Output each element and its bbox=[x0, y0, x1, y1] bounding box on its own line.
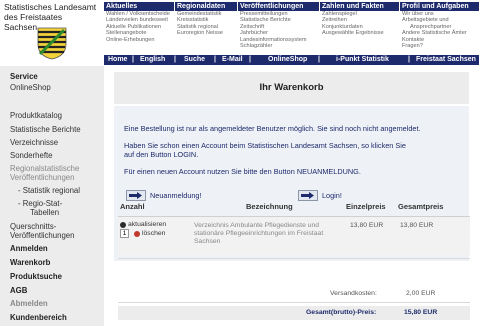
nav-header-veroeffentlichungen[interactable]: Veröffentlichungen bbox=[238, 2, 319, 11]
arrow-right-icon bbox=[126, 190, 146, 201]
notice-text: Haben Sie schon einen Account beim Stati… bbox=[124, 141, 406, 150]
divider bbox=[118, 302, 470, 303]
nav-column-profil: Profil und Aufgaben Wir über uns Arbeits… bbox=[400, 2, 479, 53]
menu-separator: | bbox=[174, 56, 176, 63]
nav-link[interactable]: Euroregion Neisse bbox=[175, 30, 237, 36]
sidebar-item-warenkorb[interactable]: Warenkorb bbox=[10, 258, 50, 267]
login-label: Login! bbox=[322, 191, 342, 200]
update-link[interactable]: aktualisieren bbox=[128, 221, 166, 229]
sidebar-item-querschnitt-line2: Veröffentlichungen bbox=[10, 231, 75, 240]
total-label: Gesamt(brutto)-Preis: bbox=[306, 309, 377, 316]
page-header: Statistisches Landesamt des Freistaates … bbox=[0, 0, 479, 66]
delete-icon[interactable] bbox=[134, 231, 140, 237]
sidebar-item-produktkatalog[interactable]: Produktkatalog bbox=[10, 111, 62, 120]
cart-table: Anzahl Bezeichnung Einzelpreis Gesamtpre… bbox=[118, 202, 470, 326]
menu-freistaat[interactable]: Freistaat Sachsen bbox=[416, 55, 476, 65]
sidebar-item-agb[interactable]: AGB bbox=[10, 286, 27, 295]
title-box: Ihr Warenkorb bbox=[114, 72, 469, 104]
arrow-right-icon bbox=[298, 190, 318, 201]
sidebar-item-verzeichnisse[interactable]: Verzeichnisse bbox=[10, 138, 58, 147]
menu-ipunkt[interactable]: i-Punkt Statistik bbox=[336, 55, 389, 65]
page-title: Ihr Warenkorb bbox=[259, 82, 324, 93]
menu-separator: | bbox=[249, 56, 251, 63]
column-header-bezeichnung: Bezeichnung bbox=[246, 202, 293, 211]
top-navigation: Aktuelles Wahlen / Volksentscheide Lände… bbox=[104, 2, 479, 53]
nav-column-veroeffentlichungen: Veröffentlichungen Pressemitteilungen St… bbox=[238, 2, 319, 53]
sidebar-item-regional[interactable]: Regionalstatistische bbox=[10, 164, 79, 173]
column-header-anzahl: Anzahl bbox=[120, 202, 145, 211]
sidebar-item-anmelden[interactable]: Anmelden bbox=[10, 244, 48, 253]
nav-header-aktuelles[interactable]: Aktuelles bbox=[104, 2, 174, 11]
quantity-input[interactable]: 1 bbox=[120, 229, 129, 238]
total-value: 15,80 EUR bbox=[404, 309, 438, 316]
notice-text: auf den Button LOGIN. bbox=[124, 150, 199, 159]
menu-separator: | bbox=[408, 56, 410, 63]
menu-separator: | bbox=[132, 56, 134, 63]
column-header-gesamtpreis: Gesamtpreis bbox=[398, 202, 444, 211]
nav-column-regionaldaten: Regionaldaten Gemeindestatistik Kreissta… bbox=[175, 2, 237, 53]
menu-email[interactable]: E-Mail bbox=[222, 55, 243, 65]
nav-link[interactable]: Ländervielen bundesweit bbox=[104, 17, 174, 23]
notice-text: Eine Bestellung ist nur als angemeldeter… bbox=[124, 124, 421, 133]
logo-line: des Freistaates bbox=[4, 12, 63, 22]
logo-line: Statistisches Landesamt bbox=[4, 2, 97, 12]
notice-text: Für einen neuen Account nutzen Sie bitte… bbox=[124, 167, 361, 176]
neuanmeldung-label: Neuanmeldung! bbox=[150, 191, 202, 200]
nav-link[interactable]: Online-Erhebungen bbox=[104, 37, 174, 43]
sidebar-item-abmelden[interactable]: Abmelden bbox=[10, 299, 48, 308]
menu-separator: | bbox=[318, 56, 320, 63]
nav-column-zahlen: Zahlen und Fakten Zahlenspiegel Zeitreih… bbox=[320, 2, 399, 53]
menu-suche[interactable]: Suche bbox=[184, 55, 205, 65]
divider bbox=[118, 216, 470, 217]
sidebar-item-regional-line2: Veröffentlichungen bbox=[10, 173, 75, 182]
logo[interactable]: Statistisches Landesamt des Freistaates … bbox=[0, 0, 104, 66]
sidebar-item-onlineshop[interactable]: OnlineShop bbox=[10, 83, 51, 92]
divider bbox=[118, 258, 470, 259]
nav-link[interactable]: Ausgewählte Ergebnisse bbox=[320, 30, 399, 36]
sidebar-subitem-regio-stat-line2: Tabellen bbox=[30, 208, 60, 217]
unit-price: 13,80 EUR bbox=[350, 222, 384, 229]
line-total: 13,80 EUR bbox=[400, 222, 434, 229]
menu-separator: | bbox=[214, 56, 216, 63]
shipping-value: 2,00 EUR bbox=[406, 290, 436, 297]
main-content: Ihr Warenkorb Eine Bestellung ist nur al… bbox=[104, 66, 479, 326]
menu-english[interactable]: English bbox=[140, 55, 165, 65]
nav-header-profil[interactable]: Profil und Aufgaben bbox=[400, 2, 479, 11]
update-icon[interactable] bbox=[120, 222, 126, 228]
nav-link[interactable]: Schlagzähler bbox=[238, 43, 319, 49]
sidebar-heading-service: Service bbox=[10, 72, 38, 81]
shipping-label: Versandkosten: bbox=[330, 290, 377, 297]
sidebar-item-stat-berichte[interactable]: Statistische Berichte bbox=[10, 125, 81, 134]
nav-link[interactable]: Fragen? bbox=[400, 43, 479, 49]
menu-onlineshop[interactable]: OnlineShop bbox=[268, 55, 307, 65]
menu-bar: Home | English | Suche | E-Mail | Online… bbox=[104, 55, 479, 65]
sidebar-item-produktsuche[interactable]: Produktsuche bbox=[10, 272, 62, 281]
product-description: Verzeichnis Ambulante Pflegedienste und … bbox=[194, 222, 324, 246]
menu-home[interactable]: Home bbox=[108, 55, 127, 65]
nav-column-aktuelles: Aktuelles Wahlen / Volksentscheide Lände… bbox=[104, 2, 174, 53]
nav-header-regionaldaten[interactable]: Regionaldaten bbox=[175, 2, 237, 11]
sidebar-item-querschnitt[interactable]: Querschnitts- bbox=[10, 222, 56, 231]
nav-header-zahlen[interactable]: Zahlen und Fakten bbox=[320, 2, 399, 11]
delete-link[interactable]: löschen bbox=[142, 230, 165, 238]
sidebar-subitem-stat-regional[interactable]: - Statistik regional bbox=[18, 186, 80, 195]
sidebar-item-sonderhefte[interactable]: Sonderhefte bbox=[10, 151, 52, 160]
sidebar: Service OnlineShop Produktkatalog Statis… bbox=[0, 66, 104, 326]
saxony-coat-of-arms-icon bbox=[37, 27, 67, 60]
sidebar-subitem-regio-stat[interactable]: - Regio-Stat- bbox=[18, 199, 62, 208]
sidebar-item-kundenbereich[interactable]: Kundenbereich bbox=[10, 313, 67, 322]
column-header-einzelpreis: Einzelpreis bbox=[346, 202, 386, 211]
